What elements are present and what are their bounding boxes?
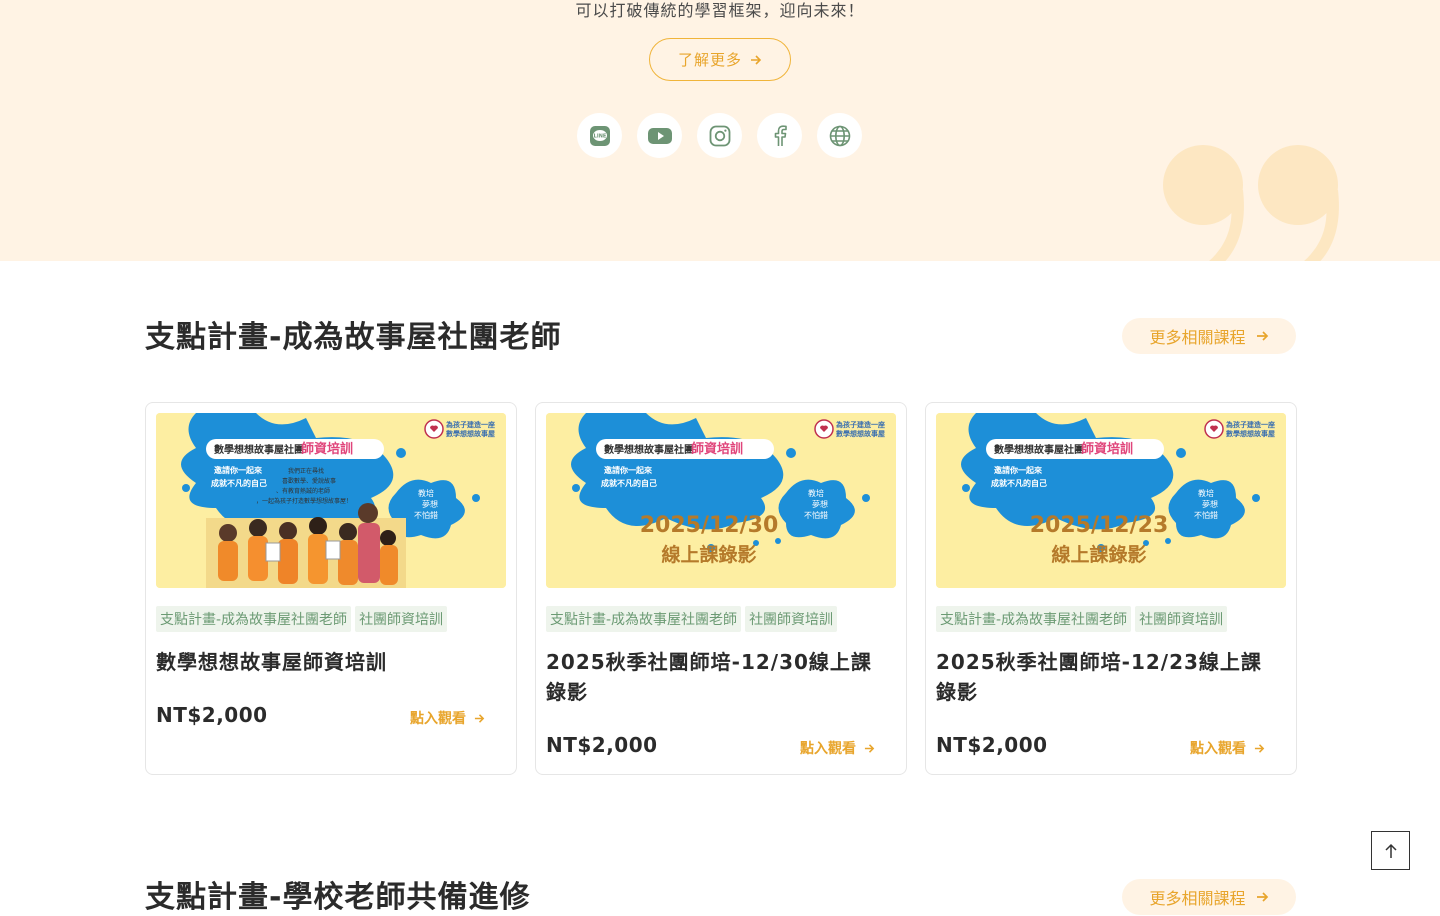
banner-brand: 數學想想故事屋社團 xyxy=(604,443,694,456)
quote-mark-icon xyxy=(1163,145,1339,261)
youtube-link[interactable] xyxy=(637,113,682,158)
more-courses-button-2[interactable]: 更多相關課程 xyxy=(1122,879,1296,915)
banner-invite: 邀請你一起來 xyxy=(214,465,262,475)
line-link[interactable]: LINE xyxy=(577,113,622,158)
course-card[interactable]: 數學想想故事屋社團 師資培訓 為孩子建造一座 數學想想故事屋 邀請你一起來 成就… xyxy=(925,402,1297,775)
tag-list: 支點計畫-成為故事屋社團老師 社團師資培訓 xyxy=(936,606,1228,632)
svg-text:不怕錯: 不怕錯 xyxy=(414,510,438,520)
course-tag[interactable]: 支點計畫-成為故事屋社團老師 xyxy=(936,606,1132,632)
watch-label: 點入觀看 xyxy=(800,741,856,757)
banner-tagline: 為孩子建造一座 xyxy=(1225,420,1275,429)
course-title[interactable]: 2025秋季社團師培-12/30線上課錄影 xyxy=(546,647,891,707)
course-title[interactable]: 數學想想故事屋師資培訓 xyxy=(156,647,501,677)
facebook-icon xyxy=(774,124,787,146)
course-price: NT$2,000 xyxy=(546,733,658,757)
banner-label: 師資培訓 xyxy=(301,441,353,457)
arrow-right-icon xyxy=(474,713,485,723)
course-thumbnail[interactable]: 數學想想故事屋社團 師資培訓 為孩子建造一座 數學想想故事屋 邀請你一起來 成就… xyxy=(546,413,896,588)
hero-text: 可以打破傳統的學習框架，迎向未來！ xyxy=(575,1,865,20)
banner-desc: 我們正在尋找 xyxy=(288,467,324,475)
banner-label: 師資培訓 xyxy=(1081,441,1133,457)
course-title[interactable]: 2025秋季社團師培-12/23線上課錄影 xyxy=(936,647,1281,707)
arrow-up-icon xyxy=(1384,843,1397,858)
course-price: NT$2,000 xyxy=(936,733,1048,757)
section-title: 支點計畫-成為故事屋社團老師 xyxy=(145,320,562,355)
instagram-icon xyxy=(709,125,730,146)
banner-tagline: 為孩子建造一座 xyxy=(835,420,885,429)
svg-text:夢想: 夢想 xyxy=(1202,499,1218,509)
banner-tagline: 為孩子建造一座 xyxy=(445,420,495,429)
course-tag[interactable]: 支點計畫-成為故事屋社團老師 xyxy=(156,606,352,632)
svg-text:喜歡數學、愛說故事: 喜歡數學、愛說故事 xyxy=(282,477,336,485)
hero-section: 可以打破傳統的學習框架，迎向未來！ 了解更多 LINE xyxy=(0,0,1440,261)
banner-brand: 數學想想故事屋社團 xyxy=(214,443,304,456)
banner-date: 2025/12/23 xyxy=(1030,513,1169,538)
watch-label: 點入觀看 xyxy=(410,711,466,727)
section-title-2: 支點計畫-學校老師共備進修 xyxy=(145,880,531,915)
svg-text:成就不凡的自己: 成就不凡的自己 xyxy=(991,478,1047,488)
svg-text:夢想: 夢想 xyxy=(812,499,828,509)
svg-text:，一起為孩子打造數學想想故事屋！: ，一起為孩子打造數學想想故事屋！ xyxy=(256,497,352,505)
svg-text:、有教育熱誠的老師: 、有教育熱誠的老師 xyxy=(276,487,330,495)
svg-text:數學想想故事屋: 數學想想故事屋 xyxy=(836,429,885,438)
arrow-right-icon xyxy=(1254,743,1265,753)
banner-invite: 邀請你一起來 xyxy=(604,465,652,475)
line-icon: LINE xyxy=(589,125,610,146)
course-tag[interactable]: 社團師資培訓 xyxy=(1135,606,1228,632)
banner-splash: 教培 xyxy=(1198,488,1214,498)
svg-text:不怕錯: 不怕錯 xyxy=(804,510,828,520)
svg-text:夢想: 夢想 xyxy=(422,499,438,509)
back-to-top-button[interactable] xyxy=(1371,831,1410,870)
banner-invite: 邀請你一起來 xyxy=(994,465,1042,475)
youtube-icon xyxy=(647,127,672,144)
banner-splash: 教培 xyxy=(808,488,824,498)
svg-text:LINE: LINE xyxy=(593,133,606,139)
facebook-link[interactable] xyxy=(757,113,802,158)
learn-more-label: 了解更多 xyxy=(677,51,742,69)
instagram-link[interactable] xyxy=(697,113,742,158)
globe-icon xyxy=(829,125,850,146)
course-tag[interactable]: 社團師資培訓 xyxy=(355,606,448,632)
svg-text:成就不凡的自己: 成就不凡的自己 xyxy=(211,478,267,488)
social-links: LINE xyxy=(577,113,862,158)
svg-text:數學想想故事屋: 數學想想故事屋 xyxy=(446,429,495,438)
svg-text:不怕錯: 不怕錯 xyxy=(1194,510,1218,520)
more-courses-button[interactable]: 更多相關課程 xyxy=(1122,318,1296,354)
learn-more-button[interactable]: 了解更多 xyxy=(649,38,791,81)
course-banner-image: 數學想想故事屋社團 師資培訓 為孩子建造一座 數學想想故事屋 邀請你一起來 成就… xyxy=(156,413,506,588)
tag-list: 支點計畫-成為故事屋社團老師 社團師資培訓 xyxy=(156,606,448,632)
arrow-right-icon xyxy=(1256,331,1268,341)
website-link[interactable] xyxy=(817,113,862,158)
svg-text:數學想想故事屋: 數學想想故事屋 xyxy=(1226,429,1275,438)
course-banner-image: 數學想想故事屋社團 師資培訓 為孩子建造一座 數學想想故事屋 邀請你一起來 成就… xyxy=(546,413,896,588)
course-tag[interactable]: 社團師資培訓 xyxy=(745,606,838,632)
banner-sub: 線上課錄影 xyxy=(661,543,756,566)
more-courses-label: 更多相關課程 xyxy=(1149,889,1246,908)
watch-link[interactable]: 點入觀看 xyxy=(1190,738,1265,758)
watch-label: 點入觀看 xyxy=(1190,741,1246,757)
course-banner-image: 數學想想故事屋社團 師資培訓 為孩子建造一座 數學想想故事屋 邀請你一起來 成就… xyxy=(936,413,1286,588)
banner-splash: 教培 xyxy=(418,488,434,498)
course-thumbnail[interactable]: 數學想想故事屋社團 師資培訓 為孩子建造一座 數學想想故事屋 邀請你一起來 成就… xyxy=(936,413,1286,588)
course-card[interactable]: 數學想想故事屋社團 師資培訓 為孩子建造一座 數學想想故事屋 邀請你一起來 成就… xyxy=(145,402,517,775)
svg-text:成就不凡的自己: 成就不凡的自己 xyxy=(601,478,657,488)
watch-link[interactable]: 點入觀看 xyxy=(410,708,485,728)
arrow-right-icon xyxy=(1256,892,1268,902)
watch-link[interactable]: 點入觀看 xyxy=(800,738,875,758)
course-tag[interactable]: 支點計畫-成為故事屋社團老師 xyxy=(546,606,742,632)
tag-list: 支點計畫-成為故事屋社團老師 社團師資培訓 xyxy=(546,606,838,632)
course-card[interactable]: 數學想想故事屋社團 師資培訓 為孩子建造一座 數學想想故事屋 邀請你一起來 成就… xyxy=(535,402,907,775)
arrow-right-icon xyxy=(751,54,762,65)
banner-sub: 線上課錄影 xyxy=(1051,543,1146,566)
course-price: NT$2,000 xyxy=(156,703,268,727)
arrow-right-icon xyxy=(864,743,875,753)
banner-brand: 數學想想故事屋社團 xyxy=(994,443,1084,456)
course-thumbnail[interactable]: 數學想想故事屋社團 師資培訓 為孩子建造一座 數學想想故事屋 邀請你一起來 成就… xyxy=(156,413,506,588)
more-courses-label: 更多相關課程 xyxy=(1149,328,1246,347)
banner-date: 2025/12/30 xyxy=(640,513,779,538)
banner-label: 師資培訓 xyxy=(691,441,743,457)
